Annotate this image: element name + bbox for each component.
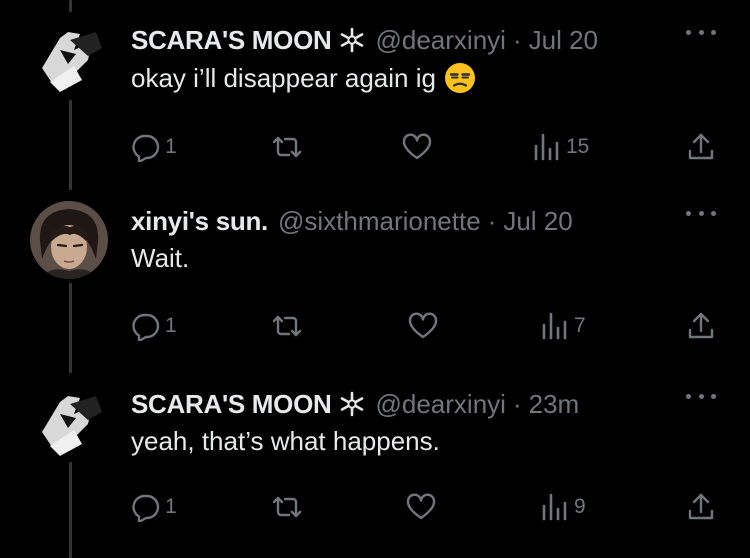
avatar[interactable]: [30, 20, 108, 98]
reply-icon: [132, 313, 160, 341]
retweet-button[interactable]: [272, 309, 306, 343]
share-button[interactable]: [686, 130, 716, 164]
retweet-icon: [272, 496, 302, 518]
separator-dot: ·: [512, 388, 522, 419]
tweet[interactable]: xinyi's sun. @sixthmarionette · Jul 20 W…: [0, 201, 750, 351]
views-button[interactable]: 9: [540, 490, 586, 524]
action-bar: 1 7: [0, 309, 750, 343]
tweet-text: okay i’ll disappear again ig: [131, 62, 476, 94]
retweet-button[interactable]: [272, 130, 306, 164]
views-icon: [542, 493, 567, 521]
views-icon: [542, 312, 567, 340]
timestamp[interactable]: 23m: [529, 389, 580, 420]
more-icon[interactable]: [686, 207, 716, 219]
tweet[interactable]: SCARA'S MOON @dearxinyi · 23m yeah, that…: [0, 384, 750, 534]
retweet-icon: [272, 315, 302, 337]
tweet-text-content: yeah, that’s what happens.: [131, 426, 440, 456]
tweet-header: SCARA'S MOON @dearxinyi · Jul 20: [131, 20, 598, 60]
share-icon: [688, 493, 714, 520]
share-icon: [688, 312, 714, 339]
reply-count: 1: [165, 314, 177, 337]
tweet-text: yeah, that’s what happens.: [131, 426, 440, 457]
display-name[interactable]: SCARA'S MOON: [131, 389, 332, 420]
separator-dot: ·: [512, 24, 522, 55]
display-name[interactable]: SCARA'S MOON: [131, 25, 332, 56]
timestamp[interactable]: Jul 20: [503, 206, 572, 237]
unamused-face-icon: [444, 63, 475, 93]
avatar-image: [30, 384, 108, 462]
share-button[interactable]: [686, 309, 716, 343]
tweet-text-content: okay i’ll disappear again ig: [131, 62, 436, 93]
views-count: 9: [574, 495, 586, 518]
share-button[interactable]: [686, 490, 716, 524]
tweet-text-content: Wait.: [131, 243, 190, 273]
like-button[interactable]: [408, 309, 442, 343]
user-handle[interactable]: @sixthmarionette: [278, 206, 481, 237]
tweet-header: SCARA'S MOON @dearxinyi · 23m: [131, 384, 579, 424]
like-button[interactable]: [406, 490, 440, 524]
views-count: 15: [566, 135, 590, 158]
avatar[interactable]: [30, 201, 108, 279]
timestamp[interactable]: Jul 20: [529, 25, 598, 56]
tweet-text: Wait.: [131, 243, 189, 274]
heart-icon: [402, 133, 432, 160]
user-handle[interactable]: @dearxinyi: [375, 389, 505, 420]
reply-button[interactable]: 1: [131, 130, 177, 164]
more-icon[interactable]: [686, 390, 716, 402]
flower-badge-icon: [341, 27, 364, 53]
avatar[interactable]: [30, 384, 108, 462]
more-icon[interactable]: [686, 26, 716, 38]
action-bar: 1 9: [0, 490, 750, 524]
reply-button[interactable]: 1: [131, 490, 177, 524]
retweet-button[interactable]: [272, 490, 306, 524]
views-button[interactable]: 7: [540, 309, 586, 343]
share-icon: [688, 133, 714, 160]
retweet-icon: [272, 136, 302, 158]
reply-icon: [132, 494, 160, 522]
reply-count: 1: [165, 495, 177, 518]
tweet[interactable]: SCARA'S MOON @dearxinyi · Jul 20 okay i’…: [0, 20, 750, 170]
reply-count: 1: [165, 135, 177, 158]
thread-line-top: [69, 0, 72, 12]
flower-badge-icon: [341, 391, 364, 417]
reply-button[interactable]: 1: [131, 309, 177, 343]
views-icon: [534, 133, 559, 161]
heart-icon: [408, 312, 438, 339]
heart-icon: [406, 493, 436, 520]
avatar-image: [30, 20, 108, 98]
views-button[interactable]: 15: [532, 130, 589, 164]
tweet-header: xinyi's sun. @sixthmarionette · Jul 20: [131, 201, 573, 241]
views-count: 7: [574, 314, 586, 337]
separator-dot: ·: [487, 205, 497, 236]
like-button[interactable]: [402, 130, 436, 164]
avatar-image: [30, 201, 108, 279]
user-handle[interactable]: @dearxinyi: [375, 25, 505, 56]
display-name[interactable]: xinyi's sun.: [131, 206, 268, 237]
action-bar: 1 15: [0, 130, 750, 164]
reply-icon: [132, 134, 160, 162]
